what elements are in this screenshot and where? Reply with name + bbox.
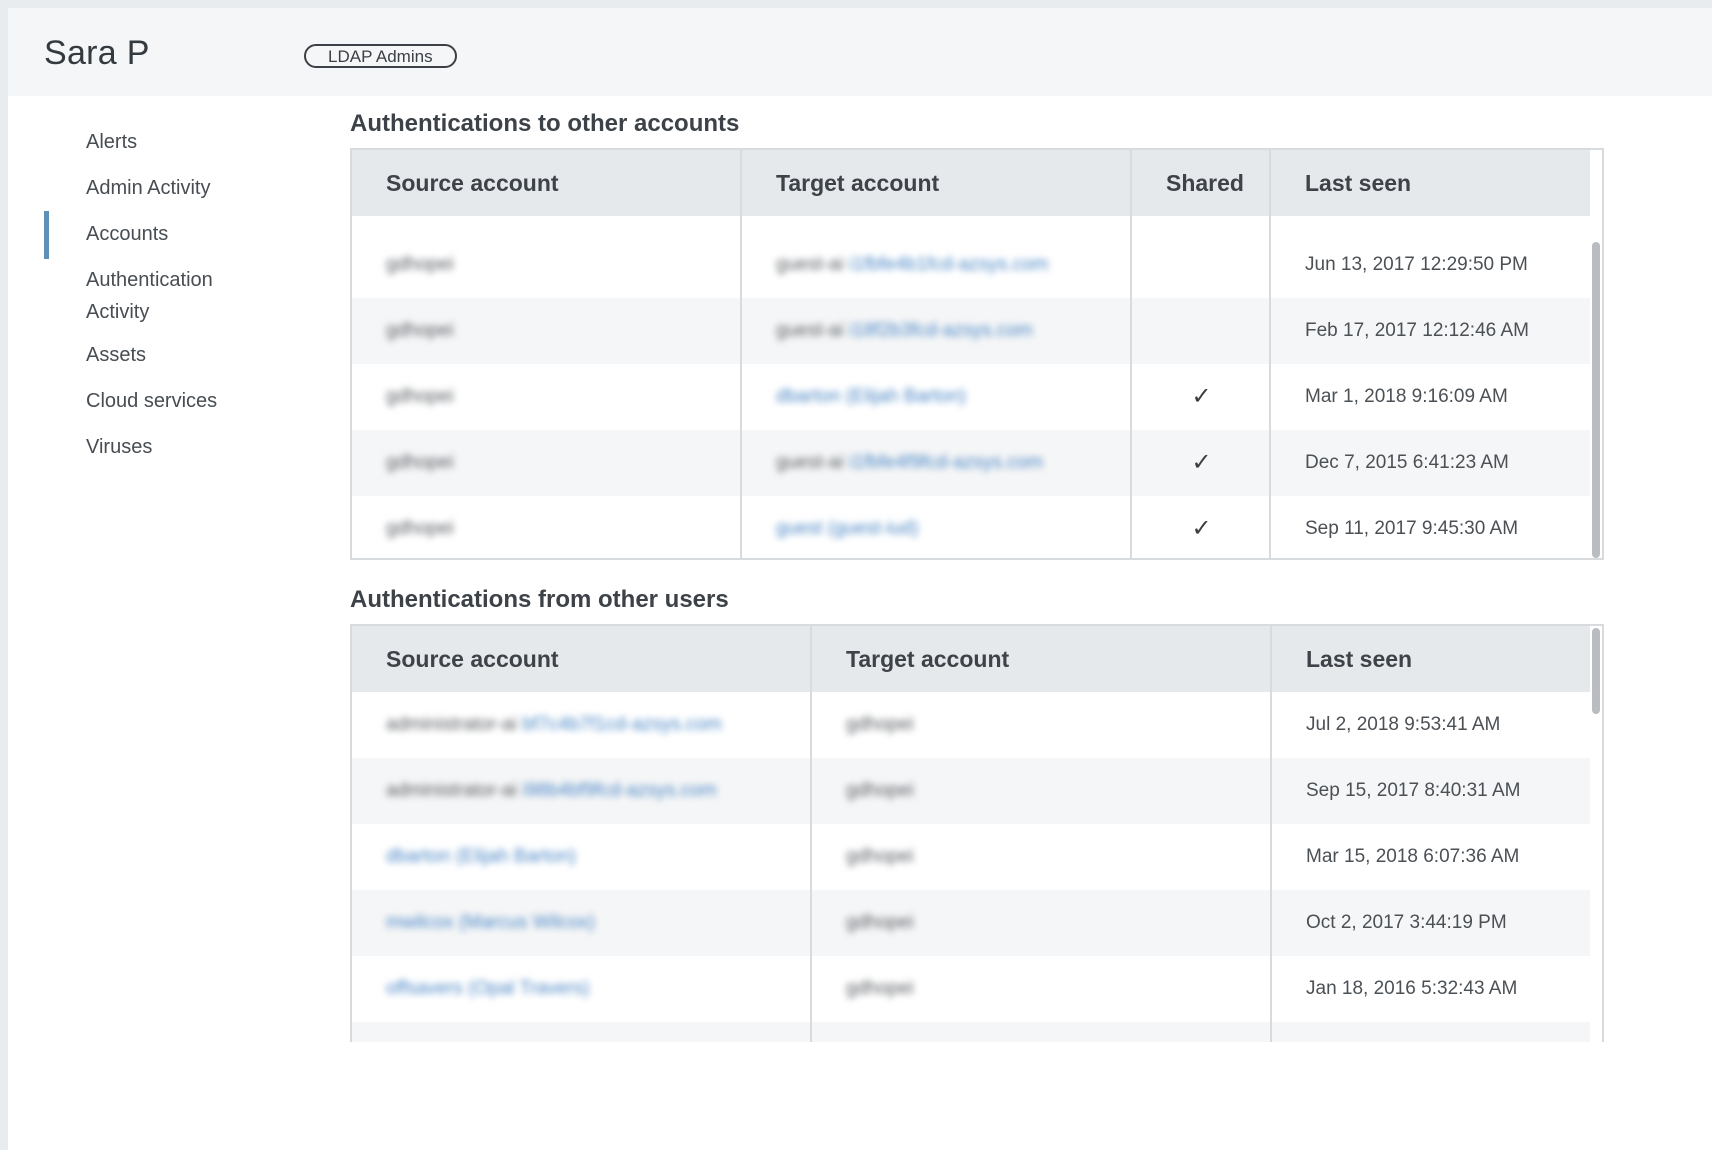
table-row[interactable]: gdhopei guest (guest-iud) ✓ Sep 11, 2017…: [352, 496, 1590, 558]
source-link[interactable]: bf7c4b7f1cd-azsys.com: [522, 714, 722, 735]
column-header-source[interactable]: Source account: [352, 626, 812, 692]
source-cell: gdhopei: [386, 320, 454, 341]
active-indicator: [44, 211, 49, 259]
table-row[interactable]: offsavers (Opal Travers) gdhopei Jan 18,…: [352, 956, 1590, 1022]
group-badge[interactable]: LDAP Admins: [304, 44, 457, 68]
column-divider: [740, 150, 742, 558]
user-name: Sara P: [44, 34, 150, 72]
sidebar-item-admin-activity[interactable]: Admin Activity: [86, 172, 306, 204]
target-cell: gdhopei: [846, 780, 914, 801]
source-prefix: administrator-ai: [386, 780, 523, 801]
source-link[interactable]: i98b4bf9fcd-azsys.com: [522, 780, 716, 801]
target-link[interactable]: i1fbfe4f9fcd-azsys.com: [849, 452, 1043, 473]
shared-check: [1132, 298, 1271, 364]
table-row[interactable]: dbarton (Elijah Barton) gdhopei Mar 15, …: [352, 824, 1590, 890]
profile-header: Sara P LDAP Admins: [8, 8, 1712, 96]
last-seen-cell: Sep 15, 2017 8:40:31 AM: [1306, 780, 1521, 801]
target-cell[interactable]: guest (guest-iud): [742, 496, 1132, 558]
target-cell: gdhopei: [846, 846, 914, 867]
auth-from-other-table: Source account Target account Last seen …: [350, 624, 1604, 1042]
last-seen-cell: Mar 1, 2018 9:16:09 AM: [1305, 386, 1508, 407]
last-seen-cell: Oct 2, 2017 3:44:19 PM: [1306, 912, 1507, 933]
table-row[interactable]: administrator-ai i98b4bf9fcd-azsys.com g…: [352, 758, 1590, 824]
shared-check-icon: ✓: [1191, 449, 1212, 476]
table-header: Source account Target account Last seen: [352, 626, 1590, 692]
source-cell: gdhopei: [386, 518, 454, 539]
section-title-auth-to-other: Authentications to other accounts: [350, 110, 740, 137]
target-cell: gdhopei: [846, 714, 914, 735]
sidebar-item-accounts[interactable]: Accounts: [86, 218, 306, 250]
table-row[interactable]: gdhopei dbarton (Elijah Barton) ✓ Mar 1,…: [352, 364, 1590, 430]
last-seen-cell: Mar 15, 2018 6:07:36 AM: [1306, 846, 1520, 867]
target-cell: gdhopei: [846, 912, 914, 933]
target-prefix: guest-ai: [776, 254, 849, 275]
shared-check-icon: ✓: [1191, 515, 1212, 542]
target-link[interactable]: dbarton (Elijah Barton): [776, 386, 966, 407]
source-cell[interactable]: dbarton (Elijah Barton): [352, 824, 812, 890]
source-cell: gdhopei: [386, 386, 454, 407]
source-prefix: administrator-ai: [386, 714, 523, 735]
column-divider: [1130, 150, 1132, 558]
last-seen-cell: Dec 7, 2015 6:41:23 AM: [1305, 452, 1509, 473]
table-row[interactable]: mwilcox (Marcus Wilcox) gdhopei Oct 2, 2…: [352, 890, 1590, 956]
target-link[interactable]: guest (guest-iud): [776, 518, 919, 539]
source-cell[interactable]: offsavers (Opal Travers): [352, 956, 812, 1022]
table-row[interactable]: gdhopei guest-ai i1fbfe4b1fcd-azsys.com …: [352, 232, 1590, 298]
last-seen-cell: Jan 18, 2016 5:32:43 AM: [1306, 978, 1518, 999]
source-link[interactable]: dbarton (Elijah Barton): [386, 846, 576, 867]
table-header: Source account Target account Shared Las…: [352, 150, 1590, 216]
column-header-source[interactable]: Source account: [352, 150, 742, 216]
target-prefix: guest-ai: [776, 452, 849, 473]
scrollbar-thumb[interactable]: [1592, 628, 1600, 714]
target-cell: gdhopei: [846, 978, 914, 999]
column-divider: [1269, 150, 1271, 558]
source-link[interactable]: offsavers (Opal Travers): [386, 978, 589, 999]
section-title-auth-from-other: Authentications from other users: [350, 586, 729, 613]
auth-to-other-table: Source account Target account Shared Las…: [350, 148, 1604, 560]
sidebar-item-assets[interactable]: Assets: [86, 339, 306, 371]
table-row[interactable]: gdhopei guest-ai i1fbfe4f9fcd-azsys.com …: [352, 430, 1590, 496]
sidebar-item-viruses[interactable]: Viruses: [86, 431, 306, 463]
column-divider: [810, 626, 812, 1042]
sidebar-item-cloud-services[interactable]: Cloud services: [86, 385, 306, 417]
sidebar-item-alerts[interactable]: Alerts: [86, 126, 306, 158]
scrollbar-thumb[interactable]: [1592, 242, 1600, 558]
column-header-last-seen[interactable]: Last seen: [1271, 150, 1590, 216]
page: Sara P LDAP Admins Alerts Admin Activity…: [8, 8, 1712, 1150]
source-cell: gdhopei: [386, 452, 454, 473]
target-cell[interactable]: dbarton (Elijah Barton): [742, 364, 1132, 430]
last-seen-cell: Jul 2, 2018 9:53:41 AM: [1306, 714, 1501, 735]
target-cell[interactable]: guest-ai i18f2b3fcd-azsys.com: [742, 298, 1132, 364]
shared-check-icon: ✓: [1191, 383, 1212, 410]
target-link[interactable]: i18f2b3fcd-azsys.com: [849, 320, 1033, 341]
column-header-shared[interactable]: Shared: [1132, 150, 1271, 216]
column-header-target[interactable]: Target account: [742, 150, 1132, 216]
source-link[interactable]: mwilcox (Marcus Wilcox): [386, 912, 595, 933]
table-row[interactable]: gdhopei guest-ai i18f2b3fcd-azsys.com Fe…: [352, 298, 1590, 364]
column-header-target[interactable]: Target account: [812, 626, 1272, 692]
source-cell[interactable]: administrator-ai bf7c4b7f1cd-azsys.com: [352, 692, 812, 758]
sidebar-item-authentication-activity[interactable]: Authentication Activity: [86, 264, 236, 328]
last-seen-cell: Sep 11, 2017 9:45:30 AM: [1305, 518, 1519, 539]
table-row[interactable]: administrator-ai bf7c4b7f1cd-azsys.com g…: [352, 692, 1590, 758]
column-header-last-seen[interactable]: Last seen: [1272, 626, 1590, 692]
target-cell[interactable]: guest-ai i1fbfe4b1fcd-azsys.com: [742, 232, 1132, 298]
last-seen-cell: Jun 13, 2017 12:29:50 PM: [1305, 254, 1528, 275]
source-cell: gdhopei: [386, 254, 454, 275]
target-link[interactable]: i1fbfe4b1fcd-azsys.com: [849, 254, 1049, 275]
target-cell[interactable]: guest-ai i1fbfe4f9fcd-azsys.com: [742, 430, 1132, 496]
target-prefix: guest-ai: [776, 320, 849, 341]
source-cell[interactable]: mwilcox (Marcus Wilcox): [352, 890, 812, 956]
shared-check: [1132, 232, 1271, 298]
table-row-partial[interactable]: [352, 1022, 1590, 1042]
column-divider: [1270, 626, 1272, 1042]
source-cell[interactable]: administrator-ai i98b4bf9fcd-azsys.com: [352, 758, 812, 824]
last-seen-cell: Feb 17, 2017 12:12:46 AM: [1305, 320, 1529, 341]
